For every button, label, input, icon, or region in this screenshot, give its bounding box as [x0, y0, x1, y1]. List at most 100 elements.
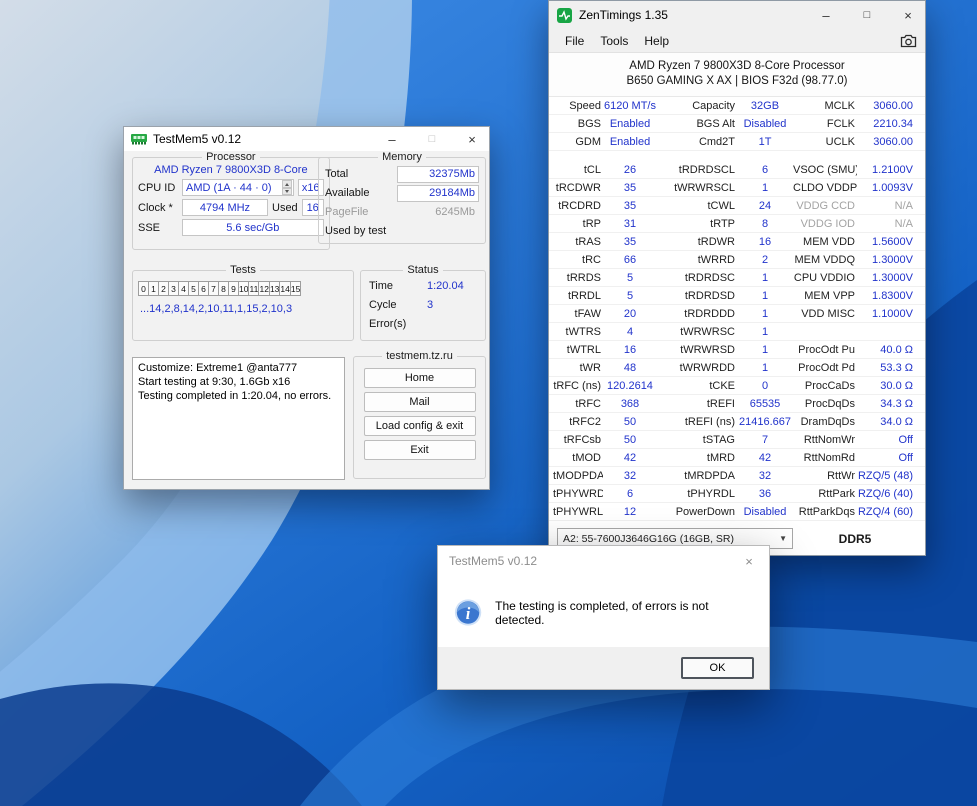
param-value: 65535: [737, 398, 793, 410]
param-value: 50: [603, 434, 657, 446]
param-value: 42: [603, 452, 657, 464]
close-icon[interactable]: ×: [455, 127, 489, 151]
mail-button[interactable]: Mail: [364, 392, 476, 412]
param-label: PowerDown: [657, 506, 737, 518]
param-value: 36: [737, 488, 793, 500]
param-label: tRCDRD: [553, 200, 603, 212]
minimize-icon[interactable]: –: [809, 1, 843, 29]
param-label: MEM VPP: [793, 290, 857, 302]
zentimings-window: ZenTimings 1.35 – □ × File Tools Help AM…: [548, 0, 926, 556]
param-label: tRCDWR: [553, 182, 603, 194]
param-label: tRRDL: [553, 290, 603, 302]
home-button[interactable]: Home: [364, 368, 476, 388]
param-label: tRDRDSC: [657, 272, 737, 284]
param-label: tWRRD: [657, 254, 737, 266]
test-cell: 15: [290, 281, 301, 296]
menu-tools[interactable]: Tools: [592, 32, 636, 50]
param-value: 1.2100V: [857, 164, 913, 176]
param-label: RttNomWr: [793, 434, 857, 446]
memory-row-label: Available: [325, 187, 393, 199]
param-value: 4: [603, 326, 657, 338]
param-label: ProcOdt Pd: [793, 362, 857, 374]
stepper-down-icon[interactable]: [282, 188, 292, 196]
param-label: Cmd2T: [657, 136, 737, 148]
menu-help[interactable]: Help: [636, 32, 677, 50]
memory-row-label: PageFile: [325, 206, 393, 218]
dialog-body: i The testing is completed, of errors is…: [438, 576, 769, 649]
param-value: 35: [603, 236, 657, 248]
sse-row: SSE 5.6 sec/Gb: [138, 219, 324, 236]
param-label: ProcOdt Pu: [793, 344, 857, 356]
param-value: 1.3000V: [857, 272, 913, 284]
timing-row: tRFCsb50tSTAG7RttNomWrOff: [549, 431, 925, 449]
param-value: 21416.667: [737, 416, 793, 428]
param-value: 8: [737, 218, 793, 230]
log-textarea[interactable]: Customize: Extreme1 @anta777Start testin…: [132, 357, 345, 480]
section-gap: [549, 151, 925, 161]
memory-row-value: 29184Mb: [397, 185, 479, 202]
param-label: tRFC2: [553, 416, 603, 428]
param-value: Enabled: [603, 118, 657, 130]
param-label: BGS: [553, 118, 603, 130]
processor-group-caption: Processor: [202, 151, 260, 163]
maximize-icon[interactable]: □: [850, 1, 884, 29]
menu-file[interactable]: File: [557, 32, 592, 50]
maximize-icon: □: [415, 127, 449, 151]
param-label: tRRDS: [553, 272, 603, 284]
timing-row: tPHYWRD6tPHYRDL36RttParkRZQ/6 (40): [549, 485, 925, 503]
param-label: tSTAG: [657, 434, 737, 446]
param-label: tCKE: [657, 380, 737, 392]
param-value: 35: [603, 182, 657, 194]
timing-row: tRC66tWRRD2MEM VDDQ1.3000V: [549, 251, 925, 269]
param-label: FCLK: [793, 118, 857, 130]
param-value: 3060.00: [857, 100, 913, 112]
ok-button[interactable]: OK: [681, 657, 754, 679]
minimize-icon[interactable]: –: [375, 127, 409, 151]
load-config-exit-button[interactable]: Load config & exit: [364, 416, 476, 436]
close-icon[interactable]: ×: [891, 1, 925, 29]
param-label: BGS Alt: [657, 118, 737, 130]
dialog-footer: OK: [438, 647, 769, 689]
param-value: Disabled: [737, 506, 793, 518]
status-row-label: Cycle: [369, 299, 427, 314]
stepper-up-icon[interactable]: [282, 180, 292, 188]
screenshot-camera-icon[interactable]: [900, 34, 917, 48]
memory-group: Memory Total32375MbAvailable29184MbPageF…: [318, 151, 486, 244]
param-label: tWRWRDD: [657, 362, 737, 374]
message-dialog: TestMem5 v0.12 × i The testing is comple…: [437, 545, 770, 690]
testmem5-app-icon: [131, 133, 147, 145]
exit-button[interactable]: Exit: [364, 440, 476, 460]
log-line: Start testing at 9:30, 1.6Gb x16: [138, 375, 339, 389]
param-label: tRFCsb: [553, 434, 603, 446]
param-label: tRDRDDD: [657, 308, 737, 320]
memory-row-label: Used by test: [325, 225, 479, 237]
cpu-id-row: CPU ID AMD (1A · 44 · 0) x16: [138, 179, 324, 196]
param-label: ProcCaDs: [793, 380, 857, 392]
tests-group: Tests 0123456789101112131415 ...14,2,8,1…: [132, 264, 354, 341]
param-label: Speed: [553, 100, 603, 112]
dimm-select-value: A2: 55-7600J3646G16G (16GB, SR): [563, 533, 775, 545]
param-value: 26: [603, 164, 657, 176]
sse-value-field: 5.6 sec/Gb: [182, 219, 324, 236]
param-label: MCLK: [793, 100, 857, 112]
param-value: 1: [737, 182, 793, 194]
window-title: ZenTimings 1.35: [579, 8, 802, 22]
close-icon[interactable]: ×: [729, 546, 769, 576]
status-row-label: Time: [369, 280, 427, 295]
param-value: N/A: [857, 200, 913, 212]
param-value: 31: [603, 218, 657, 230]
cpu-count-stepper[interactable]: [282, 180, 292, 195]
timing-row: tCL26tRDRDSCL6VSOC (SMU)1.2100V: [549, 161, 925, 179]
timing-row: tRCDRD35tCWL24VDDG CCDN/A: [549, 197, 925, 215]
dialog-message: The testing is completed, of errors is n…: [495, 599, 753, 627]
param-label: tCWL: [657, 200, 737, 212]
test-number-cells: 0123456789101112131415: [138, 281, 353, 296]
memory-row: Used by test: [325, 223, 479, 239]
param-value: 16: [737, 236, 793, 248]
param-value: 1T: [737, 136, 793, 148]
timing-row: tRCDWR35tWRWRSCL1CLDO VDDP1.0093V: [549, 179, 925, 197]
param-value: 1.5600V: [857, 236, 913, 248]
timing-row: tWTRS4tWRWRSC1: [549, 323, 925, 341]
info-icon: i: [454, 598, 482, 627]
param-label: tWRWRSC: [657, 326, 737, 338]
